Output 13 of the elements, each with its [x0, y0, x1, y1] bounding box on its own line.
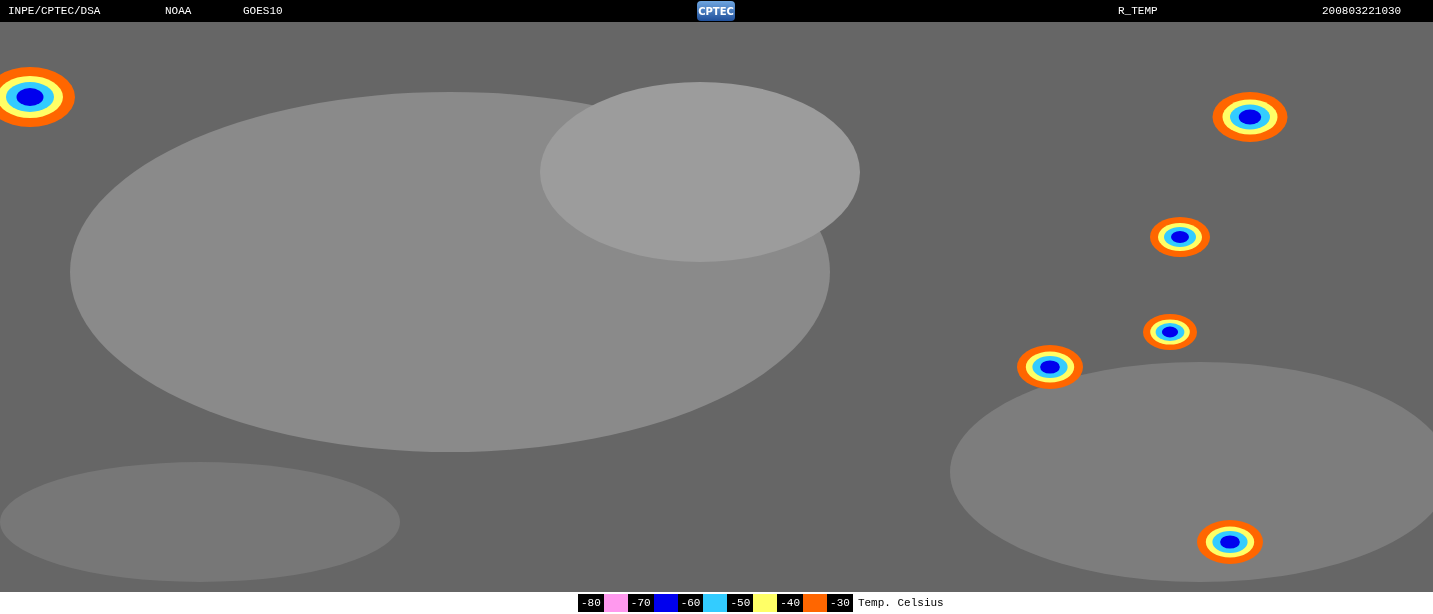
legend-caption: Temp. Celsius: [857, 597, 944, 609]
legend-value: -80: [578, 594, 604, 612]
logo: CPTEC: [697, 1, 735, 21]
legend-value: -40: [777, 594, 804, 612]
agency-label: NOAA: [165, 5, 193, 17]
legend-value: -50: [727, 594, 754, 612]
product-label: R_TEMP: [1118, 5, 1159, 17]
timestamp-label: 200803221030: [1322, 5, 1403, 17]
legend-value: -70: [627, 594, 654, 612]
source-label: INPE/CPTEC/DSA: [8, 5, 102, 17]
legend-value: -30: [827, 594, 853, 612]
legend-value: -60: [677, 594, 704, 612]
satellite-label: GOES10: [243, 5, 284, 17]
